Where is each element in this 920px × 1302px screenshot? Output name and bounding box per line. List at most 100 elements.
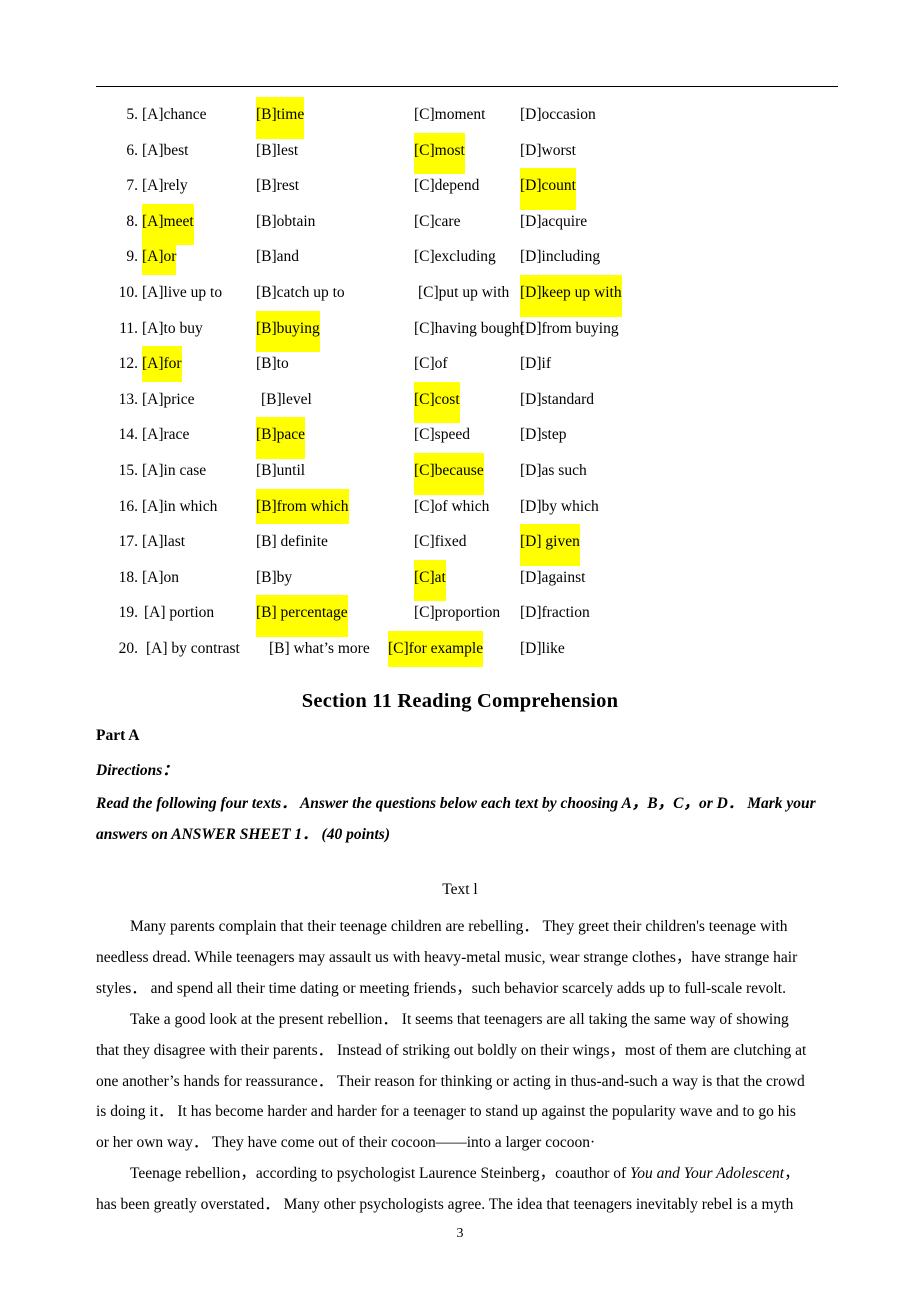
- option-d[interactable]: [D] given: [520, 524, 580, 560]
- option-d[interactable]: [D]worst: [520, 133, 576, 169]
- question-number: 19.: [118, 604, 138, 622]
- paragraph-line-text-post: ，: [784, 1165, 800, 1182]
- paragraph-line: or her own way． They have come out of th…: [96, 1134, 596, 1152]
- option-c[interactable]: [C]at: [414, 559, 446, 596]
- option-d[interactable]: [D]as such: [520, 453, 587, 489]
- cloze-row: 16. [A]in which [B]from which [C]of whic…: [96, 488, 841, 525]
- option-b[interactable]: [B]and: [256, 239, 299, 275]
- option-b[interactable]: [B]by: [256, 560, 292, 596]
- option-d[interactable]: [D]acquire: [520, 204, 587, 240]
- paragraph-line-text: Many parents complain that their teenage…: [130, 918, 788, 935]
- option-d[interactable]: [D]from buying: [520, 311, 619, 347]
- option-c[interactable]: [C]cost: [414, 381, 460, 418]
- option-c[interactable]: [C]put up with: [418, 275, 509, 311]
- option-a[interactable]: [A]price: [142, 382, 195, 418]
- cloze-row: 7. [A]rely [B]rest [C]depend [D]count: [96, 168, 841, 204]
- option-d[interactable]: [D]occasion: [520, 97, 596, 133]
- option-d[interactable]: [D]standard: [520, 382, 594, 418]
- option-b[interactable]: [B]to: [256, 346, 289, 382]
- option-b[interactable]: [B] what’s more: [269, 631, 370, 667]
- cloze-row: 15. [A]in case [B]until [C]because [D]as…: [96, 452, 841, 489]
- option-b[interactable]: [B] percentage: [256, 595, 348, 631]
- option-d[interactable]: [D]step: [520, 417, 567, 453]
- part-label: Part A: [96, 727, 140, 744]
- option-d[interactable]: [D]fraction: [520, 595, 590, 631]
- option-d[interactable]: [D]including: [520, 239, 600, 275]
- option-c[interactable]: [C]excluding: [414, 239, 496, 275]
- question-number: 13.: [118, 390, 138, 408]
- option-a[interactable]: [A] by contrast: [146, 631, 240, 667]
- option-a[interactable]: [A]on: [142, 560, 179, 596]
- section-heading: Section 11 Reading Comprehension: [301, 690, 619, 712]
- option-c[interactable]: [C]most: [414, 132, 465, 169]
- paragraph-line: is doing it． It has become harder and ha…: [96, 1103, 796, 1121]
- cloze-row: 18. [A]on [B]by [C]at [D]against: [96, 559, 841, 596]
- option-d[interactable]: [D]count: [520, 168, 576, 204]
- option-a[interactable]: [A]best: [142, 133, 189, 169]
- option-a[interactable]: [A]live up to: [142, 275, 222, 311]
- option-a[interactable]: [A]chance: [142, 97, 207, 133]
- option-a[interactable]: [A]or: [142, 239, 177, 275]
- option-c[interactable]: [C]having bought: [414, 311, 524, 347]
- cloze-row: 14. [A]race [B]pace [C]speed [D]step: [96, 417, 841, 453]
- cloze-row: 10. [A]live up to [B]catch up to [C]put …: [96, 274, 841, 311]
- option-a[interactable]: [A]for: [142, 346, 182, 382]
- option-b[interactable]: [B]level: [261, 382, 312, 418]
- directions-body: Read the following four texts． Answer th…: [96, 788, 840, 850]
- directions-line-1: Read the following four texts． Answer th…: [96, 795, 816, 812]
- cloze-row: 6. [A]best [B]lest [C]most [D]worst: [96, 132, 841, 169]
- option-a[interactable]: [A]race: [142, 417, 189, 453]
- paragraph-line: Many parents complain that their teenage…: [96, 912, 841, 943]
- book-title: You and Your Adolescent: [630, 1165, 785, 1182]
- paragraph-line: Take a good look at the present rebellio…: [96, 1005, 841, 1036]
- option-c[interactable]: [C]for example: [388, 630, 484, 667]
- option-a[interactable]: [A]in which: [142, 489, 217, 525]
- option-a[interactable]: [A]last: [142, 524, 185, 560]
- option-a[interactable]: [A]in case: [142, 453, 206, 489]
- option-b[interactable]: [B]catch up to: [256, 275, 345, 311]
- option-c[interactable]: [C]depend: [414, 168, 479, 204]
- question-number: 6.: [126, 141, 138, 159]
- paragraph-line-text: Take a good look at the present rebellio…: [130, 1011, 789, 1028]
- option-b[interactable]: [B]time: [256, 97, 305, 133]
- option-b[interactable]: [B]obtain: [256, 204, 315, 240]
- question-number: 20.: [118, 639, 138, 657]
- option-d[interactable]: [D]like: [520, 631, 565, 667]
- option-a[interactable]: [A]meet: [142, 203, 194, 240]
- option-c[interactable]: [C]of: [414, 346, 448, 382]
- option-a[interactable]: [A]to buy: [142, 311, 203, 347]
- option-c[interactable]: [C]moment: [414, 97, 485, 133]
- question-number: 15.: [118, 461, 138, 479]
- option-c[interactable]: [C]care: [414, 204, 460, 240]
- cloze-row: 9. [A]or [B]and [C]excluding [D]includin…: [96, 239, 841, 275]
- option-b[interactable]: [B]rest: [256, 168, 299, 204]
- option-b[interactable]: [B]lest: [256, 133, 298, 169]
- option-c[interactable]: [C]proportion: [414, 595, 500, 631]
- cloze-row: 20. [A] by contrast [B] what’s more [C]f…: [96, 630, 841, 667]
- option-a[interactable]: [A]rely: [142, 168, 188, 204]
- option-a[interactable]: [A] portion: [144, 595, 214, 631]
- option-d[interactable]: [D]keep up with: [520, 274, 622, 311]
- option-c[interactable]: [C]because: [414, 452, 484, 489]
- text1-paragraph-1: Many parents complain that their teenage…: [96, 912, 841, 1004]
- question-number: 9.: [126, 248, 138, 266]
- option-d[interactable]: [D]by which: [520, 489, 599, 525]
- option-c[interactable]: [C]of which: [414, 489, 489, 525]
- question-number: 8.: [126, 212, 138, 230]
- question-number: 14.: [118, 426, 138, 444]
- option-c[interactable]: [C]fixed: [414, 524, 467, 560]
- question-number: 16.: [118, 497, 138, 515]
- option-b[interactable]: [B]from which: [256, 488, 349, 525]
- paragraph-line-text-pre: Teenage rebellion，according to psycholog…: [130, 1165, 631, 1182]
- cloze-row: 13. [A]price [B]level [C]cost [D]standar…: [96, 381, 841, 418]
- option-d[interactable]: [D]against: [520, 560, 585, 596]
- option-d[interactable]: [D]if: [520, 346, 551, 382]
- option-b[interactable]: [B]pace: [256, 417, 306, 453]
- text1-paragraph-3: Teenage rebellion，according to psycholog…: [96, 1159, 841, 1221]
- option-b[interactable]: [B]buying: [256, 310, 320, 347]
- option-c[interactable]: [C]speed: [414, 417, 470, 453]
- option-b[interactable]: [B]until: [256, 453, 305, 489]
- option-b[interactable]: [B] definite: [256, 524, 328, 560]
- cloze-row: 8. [A]meet [B]obtain [C]care [D]acquire: [96, 203, 841, 240]
- cloze-row: 19. [A] portion [B] percentage [C]propor…: [96, 595, 841, 631]
